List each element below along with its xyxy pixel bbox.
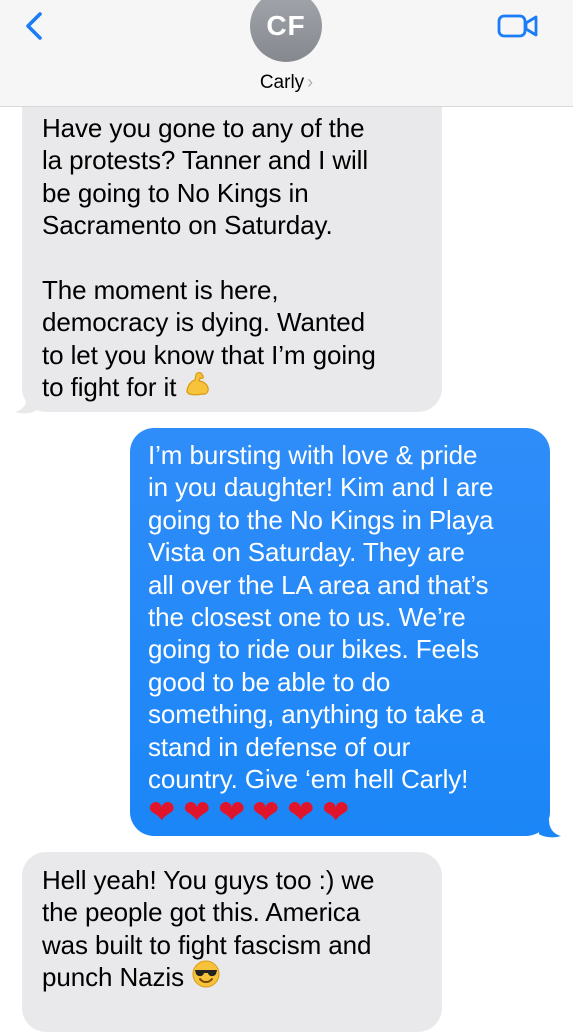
bubble-tail bbox=[539, 820, 561, 838]
chevron-right-icon: › bbox=[307, 72, 314, 92]
message-bubble-sent[interactable]: I’m bursting with love & pride in you da… bbox=[130, 428, 550, 836]
heart-emoji: ❤ bbox=[182, 793, 212, 832]
heart-emoji: ❤ bbox=[217, 793, 247, 832]
message-bubble-received[interactable]: Have you gone to any of the la protests?… bbox=[22, 60, 442, 412]
hearts-row: ❤ ❤ ❤ ❤ ❤ ❤ bbox=[148, 794, 540, 832]
bubble-tail bbox=[15, 396, 37, 414]
message-text: Have you gone to any of the la protests?… bbox=[42, 113, 376, 403]
contact-name-button[interactable]: Carly › bbox=[0, 72, 573, 94]
avatar-initials: CF bbox=[266, 10, 306, 41]
contact-name: Carly bbox=[259, 72, 305, 93]
heart-emoji: ❤ bbox=[322, 793, 351, 832]
smiling-face-with-sunglasses-emoji bbox=[191, 959, 221, 996]
back-button[interactable] bbox=[20, 10, 52, 42]
heart-emoji: ❤ bbox=[252, 793, 282, 832]
heart-emoji: ❤ bbox=[287, 793, 316, 832]
heart-emoji: ❤ bbox=[148, 793, 177, 832]
avatar[interactable]: CF bbox=[250, 0, 322, 62]
conversation-header: CF Carly › bbox=[0, 0, 573, 107]
flexed-biceps-emoji bbox=[183, 370, 211, 405]
video-camera-icon bbox=[497, 14, 538, 38]
chevron-left-icon bbox=[26, 12, 42, 40]
facetime-video-button[interactable] bbox=[497, 12, 539, 40]
message-text: I’m bursting with love & pride in you da… bbox=[148, 440, 494, 795]
message-bubble-received[interactable]: Hell yeah! You guys too :) we the people… bbox=[22, 852, 442, 1032]
